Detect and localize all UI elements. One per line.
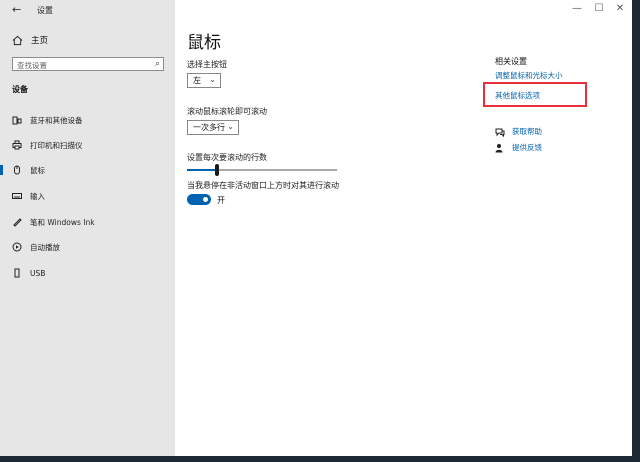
minimize-button[interactable]: — [570, 3, 584, 14]
scroll-label: 滚动鼠标滚轮即可滚动 [187, 107, 267, 116]
give-feedback-link[interactable]: 提供反馈 [495, 142, 542, 153]
sidebar-item-usb[interactable]: USB [0, 265, 175, 281]
home-label: 主页 [31, 36, 49, 46]
sidebar-item-input[interactable]: 输入 [0, 188, 175, 204]
home-nav[interactable]: 主页 [12, 34, 48, 46]
sidebar-item-printers[interactable]: 打印机和扫描仪 [0, 137, 175, 153]
related-settings-title: 相关设置 [495, 57, 527, 66]
primary-button-label: 选择主按钮 [187, 60, 227, 69]
primary-button-dropdown[interactable]: 左 ⌄ [187, 73, 221, 88]
search-placeholder: 查找设置 [17, 61, 47, 70]
mouse-icon [14, 165, 20, 175]
sidebar-item-bluetooth[interactable]: 蓝牙和其他设备 [0, 112, 175, 128]
back-arrow-icon[interactable]: ← [12, 3, 21, 16]
bluetooth-devices-icon [12, 116, 22, 125]
printer-icon [12, 140, 22, 150]
settings-window: ← 设置 — ☐ ✕ 主页 查找设置 ⌕ 设备 蓝牙和其他设备 打印机和扫描仪 … [0, 0, 632, 456]
keyboard-icon [12, 193, 22, 199]
page-title: 鼠标 [187, 33, 221, 53]
maximize-button[interactable]: ☐ [592, 3, 606, 14]
inactive-scroll-label: 当我悬停在非活动窗口上方时对其进行滚动 [187, 181, 339, 190]
scroll-lines-label: 设置每次要滚动的行数 [187, 153, 267, 162]
dropdown-value: 左 [193, 76, 201, 85]
pen-icon [13, 218, 22, 227]
sidebar-item-autoplay[interactable]: 自动播放 [0, 239, 175, 255]
title-bar: ← 设置 — ☐ ✕ [0, 0, 632, 20]
scroll-dropdown[interactable]: 一次多行 ⌄ [187, 120, 239, 135]
feedback-person-icon [495, 143, 503, 152]
sidebar-item-label: 蓝牙和其他设备 [30, 115, 83, 125]
app-title: 设置 [37, 6, 53, 15]
scroll-lines-slider[interactable] [187, 169, 337, 171]
get-help-label: 获取帮助 [512, 127, 542, 136]
get-help-link[interactable]: 获取帮助 [495, 126, 542, 137]
sidebar-item-label: 自动播放 [30, 242, 60, 252]
sidebar-item-label: 输入 [30, 191, 45, 201]
sidebar-item-label: USB [30, 268, 46, 278]
home-icon [12, 35, 23, 45]
watermark: 头条 @二号玩家 [512, 431, 626, 449]
toggle-knob [203, 197, 208, 202]
search-icon: ⌕ [154, 59, 160, 69]
toggle-state-label: 开 [217, 196, 225, 205]
sidebar-item-label: 笔和 Windows Ink [30, 217, 95, 227]
chevron-down-icon: ⌄ [209, 75, 216, 84]
give-feedback-label: 提供反馈 [512, 143, 542, 152]
sidebar-item-mouse[interactable]: 鼠标 [0, 162, 175, 178]
sidebar-item-label: 打印机和扫描仪 [30, 140, 83, 150]
search-input[interactable]: 查找设置 ⌕ [12, 57, 164, 71]
help-chat-icon [495, 128, 505, 137]
section-header-devices: 设备 [12, 85, 28, 94]
annotation-highlight-box [483, 82, 587, 107]
slider-fill [187, 169, 217, 171]
sidebar-item-pen[interactable]: 笔和 Windows Ink [0, 214, 175, 230]
sidebar-item-label: 鼠标 [30, 165, 45, 175]
inactive-scroll-toggle[interactable] [187, 194, 211, 205]
adjust-mouse-cursor-size-link[interactable]: 调整鼠标和光标大小 [495, 70, 563, 81]
chevron-down-icon: ⌄ [227, 122, 234, 131]
slider-thumb[interactable] [215, 164, 219, 176]
dropdown-value: 一次多行 [193, 123, 225, 132]
close-button[interactable]: ✕ [613, 3, 627, 14]
autoplay-icon [12, 242, 22, 252]
usb-icon [14, 268, 20, 278]
